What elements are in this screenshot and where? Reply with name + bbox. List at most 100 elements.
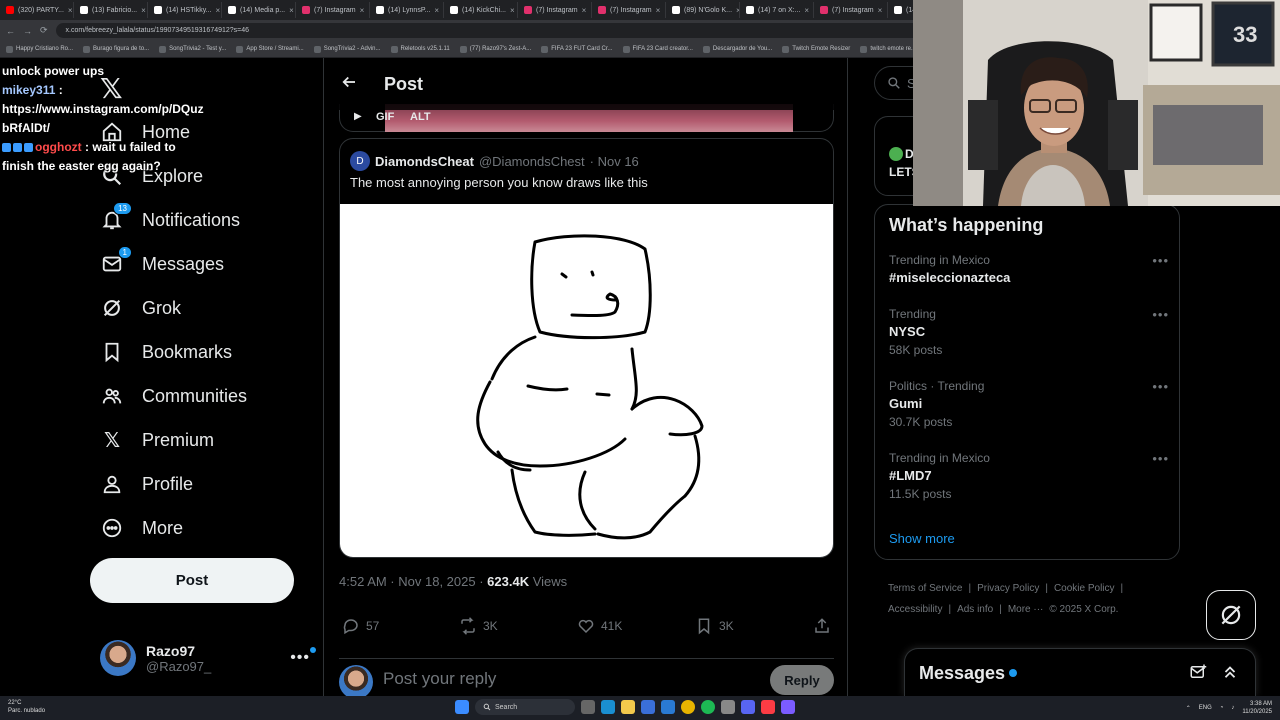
- task-view-icon[interactable]: [581, 700, 595, 714]
- chevron-up-icon[interactable]: ⌃: [1186, 705, 1191, 712]
- more-dots-icon[interactable]: •••: [1152, 379, 1169, 394]
- browser-tab[interactable]: (320) PARTY... ×: [0, 2, 74, 18]
- bookmark-item[interactable]: twitch emote re...: [860, 45, 916, 53]
- footer-link[interactable]: Terms of Service: [888, 583, 962, 594]
- browser-tab[interactable]: (7) Instagram ×: [592, 2, 666, 18]
- trend-item[interactable]: Trending in Mexico #LMD7 11.5K posts •••: [889, 451, 1169, 501]
- close-icon[interactable]: ×: [68, 6, 73, 15]
- mail-icon[interactable]: [661, 700, 675, 714]
- new-message-icon[interactable]: [1189, 663, 1207, 686]
- browser-tab[interactable]: (7) Instagram ×: [296, 2, 370, 18]
- wifi-icon[interactable]: ◔: [1220, 705, 1224, 711]
- nav-bookmarks[interactable]: Bookmarks: [100, 332, 232, 372]
- reply-button[interactable]: Reply: [770, 665, 834, 695]
- browser-tab[interactable]: (14) HSTikky... ×: [148, 2, 222, 18]
- app-icon[interactable]: [781, 700, 795, 714]
- browser-tab[interactable]: (7) Instagram ×: [518, 2, 592, 18]
- edge-icon[interactable]: [601, 700, 615, 714]
- post-timestamp[interactable]: 4:52 AM · Nov 18, 2025 ·: [339, 574, 484, 589]
- file-explorer-icon[interactable]: [621, 700, 635, 714]
- back-arrow-icon[interactable]: ←: [6, 26, 15, 36]
- discord-icon[interactable]: [741, 700, 755, 714]
- chevron-up-icon[interactable]: [1221, 663, 1239, 686]
- bookmark-item[interactable]: SongTrivia2 - Test y...: [159, 45, 226, 53]
- like-action[interactable]: 41K: [577, 614, 622, 638]
- quoted-avatar[interactable]: D: [350, 151, 370, 171]
- close-icon[interactable]: ×: [360, 6, 365, 15]
- obs-icon[interactable]: [721, 700, 735, 714]
- trend-item[interactable]: Politics · Trending Gumi 30.7K posts •••: [889, 379, 1169, 429]
- clock[interactable]: 3:38 AM 11/20/2025: [1242, 700, 1272, 716]
- windows-start-icon[interactable]: [455, 700, 469, 714]
- browser-tab[interactable]: (13) Fabricio... ×: [74, 2, 148, 18]
- play-icon[interactable]: ▶: [354, 111, 362, 122]
- quoted-post-image[interactable]: [340, 204, 833, 557]
- bookmark-action[interactable]: 3K: [695, 614, 734, 638]
- store-icon[interactable]: [641, 700, 655, 714]
- more-dots-icon[interactable]: •••: [1152, 451, 1169, 466]
- browser-tab[interactable]: (89) N'Golo K...×: [666, 2, 740, 18]
- grok-floating-button[interactable]: [1206, 590, 1256, 640]
- browser-tab[interactable]: (14) LynnsP... ×: [370, 2, 444, 18]
- bookmark-item[interactable]: Twitch Emote Resizer: [782, 45, 850, 53]
- chrome-icon[interactable]: [681, 700, 695, 714]
- browser-tab[interactable]: (7) Instagram ×: [814, 2, 888, 18]
- taskbar-search[interactable]: Search: [475, 699, 575, 715]
- nav-notifications[interactable]: 13 Notifications: [100, 200, 240, 240]
- share-action[interactable]: [813, 614, 831, 638]
- nav-more[interactable]: More: [100, 508, 183, 548]
- bookmark-item[interactable]: Burago figura de to...: [83, 45, 149, 53]
- footer-link[interactable]: © 2025 X Corp.: [1049, 604, 1118, 615]
- more-dots-icon[interactable]: •••: [1152, 307, 1169, 322]
- music-icon[interactable]: [761, 700, 775, 714]
- alt-label[interactable]: ALT: [410, 111, 431, 123]
- bookmark-item[interactable]: Happy Cristiano Ro...: [6, 45, 73, 53]
- close-icon[interactable]: ×: [510, 6, 515, 15]
- close-icon[interactable]: ×: [878, 6, 883, 15]
- bookmark-item[interactable]: App Store / Streami...: [236, 45, 304, 53]
- close-icon[interactable]: ×: [289, 6, 294, 15]
- close-icon[interactable]: ×: [656, 6, 661, 15]
- bookmark-item[interactable]: (77) Razo97's Zest-A...: [459, 45, 531, 53]
- bookmark-item[interactable]: FIFA 23 Card creator...: [622, 45, 693, 53]
- browser-tab[interactable]: (14) KickChi... ×: [444, 2, 518, 18]
- nav-grok[interactable]: Grok: [100, 288, 181, 328]
- close-icon[interactable]: ×: [804, 6, 809, 15]
- post-button[interactable]: Post: [90, 558, 294, 603]
- trend-item[interactable]: Trending in Mexico #miseleccionazteca •••: [889, 253, 1169, 285]
- bookmark-item[interactable]: Descargador de You...: [702, 45, 772, 53]
- nav-messages[interactable]: 1 Messages: [100, 244, 224, 284]
- bookmark-item[interactable]: SongTrivia2 - Advin...: [313, 45, 381, 53]
- more-dots-icon[interactable]: •••: [290, 647, 316, 667]
- nav-profile[interactable]: Profile: [100, 464, 193, 504]
- close-icon[interactable]: ×: [141, 6, 146, 15]
- footer-link[interactable]: Accessibility: [888, 604, 942, 615]
- footer-link[interactable]: Ads info: [957, 604, 993, 615]
- bookmark-item[interactable]: FIFA 23 FUT Card Cr...: [541, 45, 613, 53]
- footer-link[interactable]: Cookie Policy: [1054, 583, 1115, 594]
- language-indicator[interactable]: ENG: [1199, 705, 1212, 711]
- close-icon[interactable]: ×: [216, 6, 221, 15]
- trend-item[interactable]: Trending NYSC 58K posts •••: [889, 307, 1169, 357]
- spotify-icon[interactable]: [701, 700, 715, 714]
- close-icon[interactable]: ×: [582, 6, 587, 15]
- repost-action[interactable]: 3K: [459, 614, 498, 638]
- quoted-post[interactable]: D DiamondsCheat @DiamondsChest · Nov 16 …: [339, 138, 834, 558]
- reload-icon[interactable]: ⟳: [40, 25, 48, 36]
- show-more-link[interactable]: Show more: [889, 531, 955, 546]
- browser-tab[interactable]: (14) 7 on X:... ×: [740, 2, 814, 18]
- footer-link[interactable]: More ···: [1008, 604, 1044, 615]
- weather-widget[interactable]: 22°C Parc. nublado: [8, 699, 45, 715]
- bookmark-item[interactable]: Reletools v25.1.11: [390, 45, 450, 53]
- speaker-icon[interactable]: ♪: [1231, 705, 1234, 711]
- back-arrow-icon[interactable]: [340, 73, 358, 96]
- nav-communities[interactable]: Communities: [100, 376, 247, 416]
- forward-arrow-icon[interactable]: →: [23, 26, 32, 36]
- reply-action[interactable]: 57: [342, 614, 379, 638]
- nav-premium[interactable]: 𝕏 Premium: [100, 420, 214, 460]
- more-dots-icon[interactable]: •••: [1152, 253, 1169, 268]
- footer-link[interactable]: Privacy Policy: [977, 583, 1039, 594]
- quoted-author-name[interactable]: DiamondsCheat: [375, 154, 474, 169]
- messages-drawer[interactable]: Messages: [904, 648, 1256, 696]
- browser-tab[interactable]: (14) Media p... ×: [222, 2, 296, 18]
